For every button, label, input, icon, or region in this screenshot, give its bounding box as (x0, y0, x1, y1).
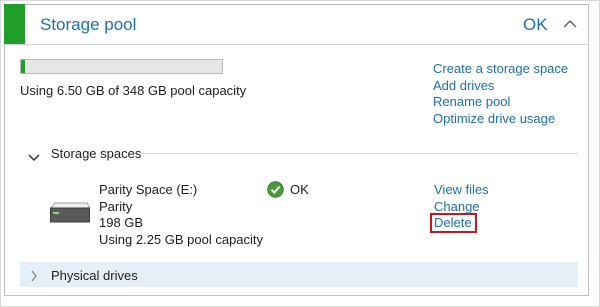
space-status: OK (290, 182, 309, 197)
chevron-down-icon (28, 154, 40, 162)
space-usage: Using 2.25 GB pool capacity (99, 231, 264, 247)
chevron-right-icon (31, 270, 37, 282)
collapse-pool-button[interactable] (563, 16, 577, 34)
space-actions: View files Change (434, 182, 489, 215)
pool-status: OK (523, 15, 548, 34)
pool-usage-text: Using 6.50 GB of 348 GB pool capacity (20, 83, 247, 98)
pool-health-accent (4, 4, 25, 44)
section-divider (141, 153, 578, 154)
pool-actions: Create a storage space Add drives Rename… (433, 61, 568, 127)
space-type: Parity (99, 198, 133, 214)
create-storage-space-link[interactable]: Create a storage space (433, 61, 568, 78)
header-divider (4, 44, 589, 45)
physical-drives-toggle[interactable] (30, 269, 38, 287)
drive-icon (49, 201, 91, 230)
storage-space-details: Parity Space (E:) Parity 198 GB Using 2.… (99, 182, 263, 248)
pool-usage-fill (21, 60, 25, 73)
pool-title: Storage pool (40, 15, 137, 34)
view-files-link[interactable]: View files (434, 182, 489, 199)
pool-usage-bar (20, 59, 223, 74)
physical-drives-heading: Physical drives (51, 268, 138, 283)
storage-spaces-toggle[interactable] (28, 149, 40, 167)
storage-spaces-heading: Storage spaces (51, 146, 142, 161)
rename-pool-link[interactable]: Rename pool (433, 94, 568, 111)
chevron-up-icon (563, 20, 577, 28)
delete-link[interactable]: Delete (434, 215, 472, 230)
add-drives-link[interactable]: Add drives (433, 78, 568, 95)
space-size: 198 GB (99, 215, 144, 230)
ok-checkmark-icon (267, 181, 284, 203)
optimize-drive-usage-link[interactable]: Optimize drive usage (433, 111, 568, 128)
space-name: Parity Space (E:) (99, 182, 198, 197)
